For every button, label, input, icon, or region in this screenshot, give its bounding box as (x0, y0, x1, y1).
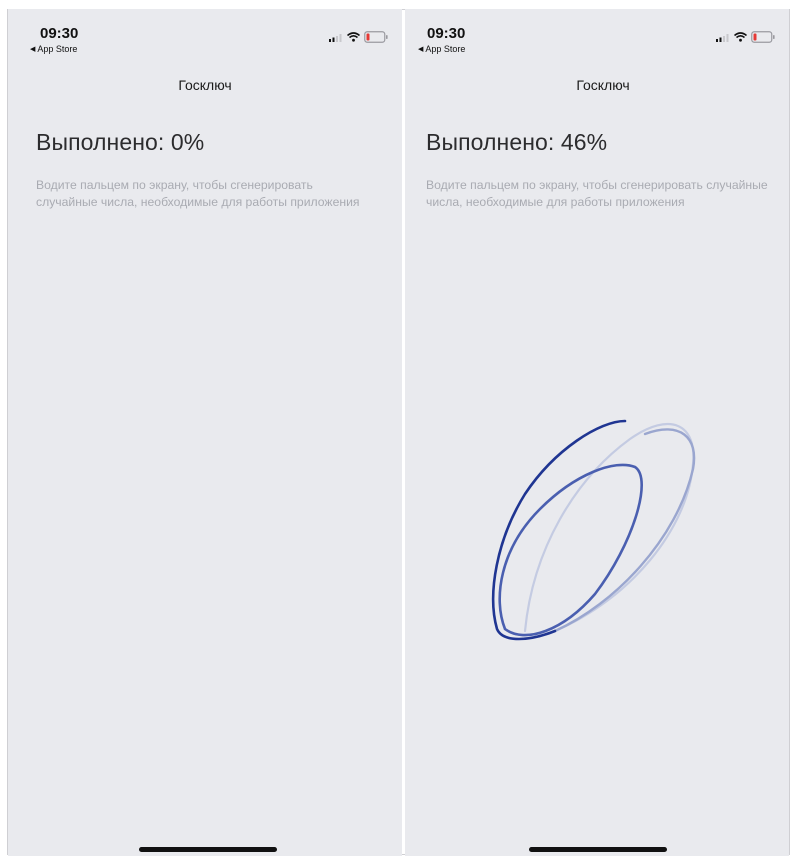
finger-trace-dark (491, 419, 627, 641)
finger-drawing-area[interactable] (405, 9, 789, 856)
battery-icon (364, 31, 388, 43)
wifi-icon (347, 32, 360, 42)
phone-screen-0-percent[interactable]: 09:30 ◀ App Store Госключ Выполнено: 0% … (8, 9, 402, 856)
back-arrow-icon: ◀ (30, 45, 36, 53)
nav-title: Госключ (178, 77, 232, 93)
progress-heading: Выполнено: 0% (36, 129, 205, 155)
signal-icon (329, 33, 342, 42)
back-to-app-store-link[interactable]: ◀ App Store (30, 44, 77, 54)
status-icons (329, 31, 388, 43)
home-indicator[interactable] (529, 847, 667, 852)
back-app-label: App Store (37, 44, 78, 54)
phone-screen-46-percent[interactable]: 09:30 ◀ App Store Госключ Выполнено: 46%… (405, 9, 789, 856)
hint-text: Водите пальцем по экрану, чтобы сгенерир… (36, 178, 360, 209)
finger-trace-mid (498, 463, 643, 637)
status-time: 09:30 (40, 25, 79, 42)
finger-trace-light (553, 428, 696, 633)
home-indicator[interactable] (139, 847, 277, 852)
